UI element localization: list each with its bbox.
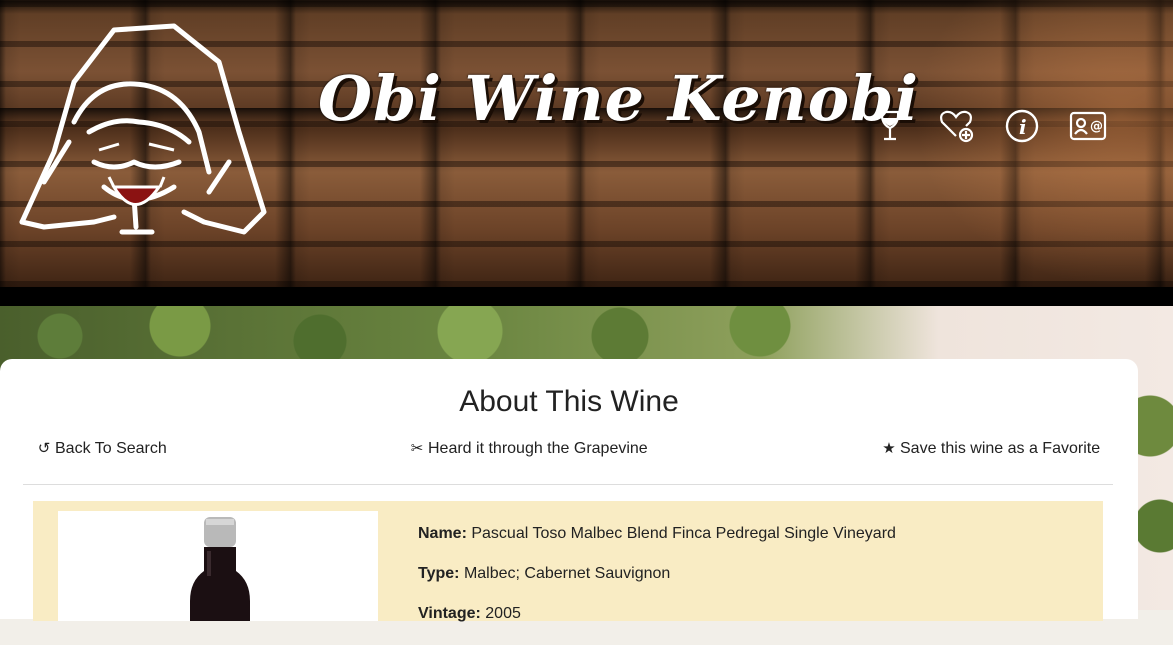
ear-icon: ✂ — [410, 440, 424, 457]
undo-icon: ↺ — [37, 440, 51, 457]
grapevine-label: Heard it through the Grapevine — [428, 440, 648, 457]
wine-name: Pascual Toso Malbec Blend Finca Pedregal… — [471, 525, 896, 542]
wine-type: Malbec; Cabernet Sauvignon — [463, 565, 671, 582]
wine-bottle-image — [58, 511, 378, 621]
back-to-search-label: Back To Search — [55, 440, 167, 457]
wine-vintage: 2005 — [485, 605, 521, 622]
star-icon: ★ — [882, 440, 896, 457]
wine-type-row: Type: Malbec; Cabernet Sauvignon — [418, 565, 896, 583]
divider — [23, 484, 1113, 485]
card-title: About This Wine — [459, 385, 679, 418]
heart-plus-icon[interactable] — [936, 106, 976, 146]
wine-detail-card: About This Wine ↺ Back To Search ✂ Heard i… — [0, 359, 1138, 622]
header-band — [0, 287, 1173, 306]
wine-name-row: Name: Pascual Toso Malbec Blend Finca Pe… — [418, 525, 896, 543]
svg-text:@: @ — [1090, 119, 1103, 134]
back-to-search-link[interactable]: ↺ Back To Search — [36, 439, 167, 458]
type-label: Type: — [418, 565, 460, 582]
site-header: Obi Wine Kenobi i @ — [0, 0, 1173, 287]
wine-details-panel: Name: Pascual Toso Malbec Blend Finca Pe… — [33, 501, 1103, 622]
wine-info: Name: Pascual Toso Malbec Blend Finca Pe… — [418, 525, 896, 645]
site-logo[interactable] — [14, 22, 270, 244]
grapevine-link[interactable]: ✂ Heard it through the Grapevine — [409, 439, 648, 458]
save-favorite-link[interactable]: ★ Save this wine as a Favorite — [881, 439, 1100, 458]
site-title[interactable]: Obi Wine Kenobi — [318, 62, 918, 172]
contact-card-icon[interactable]: @ — [1068, 106, 1108, 146]
save-favorite-label: Save this wine as a Favorite — [900, 440, 1101, 457]
info-icon[interactable]: i — [1002, 106, 1042, 146]
wine-vintage-row: Vintage: 2005 — [418, 605, 896, 623]
vintage-label: Vintage: — [418, 605, 481, 622]
wine-glass-icon[interactable] — [870, 106, 910, 146]
name-label: Name: — [418, 525, 467, 542]
svg-text:i: i — [1019, 115, 1027, 139]
